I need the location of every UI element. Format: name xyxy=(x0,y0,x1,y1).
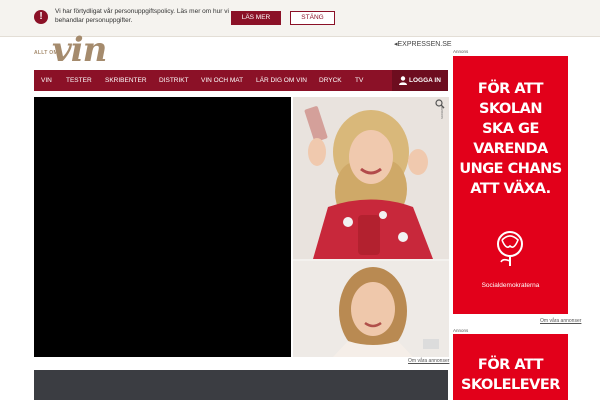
ad-side-label: Annons xyxy=(440,107,444,119)
ad-headline-line: ATT VÄXA. xyxy=(470,181,551,197)
user-icon xyxy=(399,76,407,85)
site-logo[interactable]: ALLT OM vin xyxy=(34,30,116,70)
ad-info-link-left[interactable]: Om våra annonser xyxy=(408,358,449,364)
ad-headline-line: SKA GE xyxy=(482,121,539,137)
login-label: LOGGA IN xyxy=(409,77,441,84)
ad-headline-line: SKOLAN xyxy=(479,101,542,117)
nav-item-vin[interactable]: VIN xyxy=(41,70,52,91)
read-more-button[interactable]: LÄS MER xyxy=(231,11,281,25)
nav-item-skribenter[interactable]: SKRIBENTER xyxy=(105,70,147,91)
nav-item-dryck[interactable]: DRYCK xyxy=(319,70,342,91)
nav-item-lar-dig-om-vin[interactable]: LÄR DIG OM VIN xyxy=(256,70,307,91)
ad-headline-line: SKOLELEVER xyxy=(461,377,560,393)
rose-logo-icon xyxy=(497,231,523,266)
privacy-banner-text: Vi har förtydligat vår personuppgiftspol… xyxy=(55,8,229,24)
expressen-link-label: EXPRESSEN.SE xyxy=(397,41,452,48)
advertisement-left[interactable]: Annons xyxy=(293,97,449,357)
exclamation-icon: ! xyxy=(34,10,48,24)
ad-headline-line: FÖR ATT xyxy=(477,357,544,373)
ad-headline-line: UNGE CHANS xyxy=(459,161,562,177)
ad-label-top: Annons xyxy=(453,49,469,54)
advertisement-right-top[interactable]: FÖR ATT SKOLAN SKA GE VARENDA UNGE CHANS… xyxy=(453,56,568,314)
video-player[interactable] xyxy=(34,97,291,357)
nav-item-tv[interactable]: TV xyxy=(355,70,363,91)
ad-brand-name: Socialdemokraterna xyxy=(481,282,540,289)
expressen-link[interactable]: ◂EXPRESSEN.SE xyxy=(394,40,452,48)
ad-headline-line: VARENDA xyxy=(473,141,548,157)
content-bottom-bar xyxy=(34,370,448,400)
ad-headline-line: FÖR ATT xyxy=(477,81,544,97)
nav-item-distrikt[interactable]: DISTRIKT xyxy=(159,70,189,91)
login-button[interactable]: LOGGA IN xyxy=(392,70,448,91)
ad-label-bottom: Annons xyxy=(453,328,469,333)
ad-photo-woman-portrait xyxy=(293,261,449,357)
ad-photo-illustration-2 xyxy=(293,261,449,357)
nav-item-tester[interactable]: TESTER xyxy=(66,70,92,91)
ad-photo-woman-selfie xyxy=(293,97,449,259)
logo-wordmark: vin xyxy=(52,30,107,70)
advertisement-right-bottom[interactable]: FÖR ATT SKOLELEVER xyxy=(453,334,568,400)
ad-info-link-right[interactable]: Om våra annonser xyxy=(540,318,581,324)
close-banner-button[interactable]: STÄNG xyxy=(290,11,335,25)
ad-photo-illustration xyxy=(293,97,449,259)
nav-item-vin-och-mat[interactable]: VIN OCH MAT xyxy=(201,70,243,91)
main-nav: VIN TESTER SKRIBENTER DISTRIKT VIN OCH M… xyxy=(34,70,448,91)
